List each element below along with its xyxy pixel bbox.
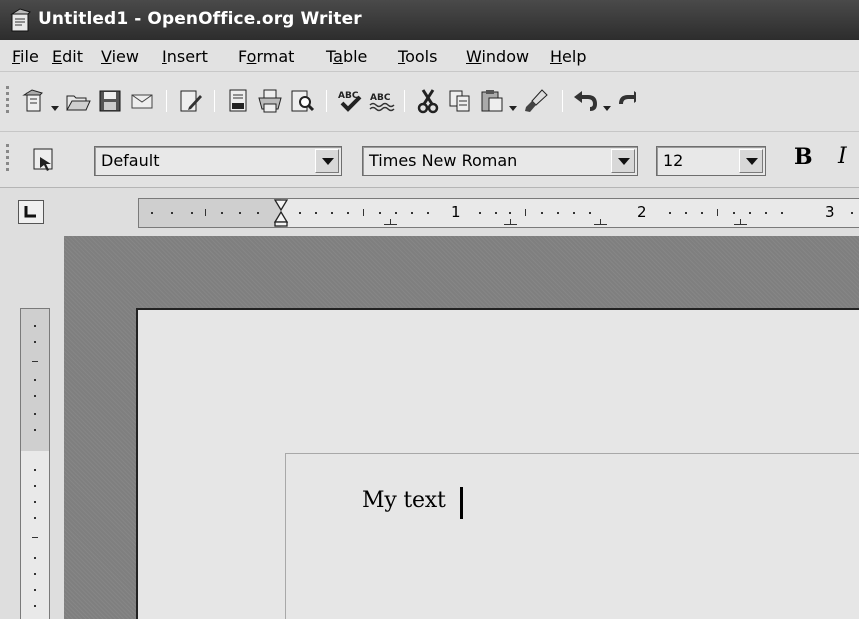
chevron-down-icon[interactable] [611, 149, 635, 173]
vertical-ruler[interactable] [20, 308, 50, 619]
menu-view[interactable]: View [101, 47, 139, 66]
menu-table[interactable]: Table [326, 47, 367, 66]
cut-icon[interactable] [414, 87, 442, 115]
print-icon[interactable] [256, 87, 284, 115]
toolbar-separator [214, 90, 215, 112]
text-boundary [285, 453, 859, 619]
bold-button[interactable]: B [794, 144, 813, 170]
menu-window[interactable]: Window [466, 47, 529, 66]
vertical-ruler-ticks [32, 325, 38, 607]
formatting-toolbar: Default Times New Roman 12 B I [0, 132, 859, 188]
styles-formatting-icon[interactable] [30, 146, 58, 174]
copy-icon[interactable] [446, 87, 474, 115]
email-icon[interactable] [128, 87, 156, 115]
toolbar-separator [166, 90, 167, 112]
menu-tools[interactable]: Tools [398, 47, 437, 66]
paste-icon[interactable] [478, 87, 506, 115]
font-size-combo[interactable]: 12 [656, 146, 766, 176]
svg-text:ABC: ABC [370, 93, 391, 103]
toolbar-separator [562, 90, 563, 112]
document-text[interactable]: My text [362, 488, 446, 513]
menu-bar: File Edit View Insert Format Table Tools… [0, 40, 859, 72]
indent-marker-icon[interactable] [273, 199, 289, 231]
spellcheck-icon[interactable]: ABC [336, 87, 364, 115]
toolbar-separator [326, 90, 327, 112]
export-pdf-icon[interactable] [224, 87, 252, 115]
menu-format[interactable]: Format [238, 47, 294, 66]
font-name-value: Times New Roman [369, 151, 518, 170]
horizontal-ruler[interactable]: 1 2 3 [138, 198, 859, 228]
edit-file-icon[interactable] [176, 87, 204, 115]
chevron-down-icon[interactable] [739, 149, 763, 173]
toolbar-grip[interactable] [6, 86, 10, 116]
menu-file[interactable]: File [12, 47, 39, 66]
writer-app-icon [10, 8, 32, 32]
standard-toolbar: ABC ABC [0, 72, 859, 132]
toolbar-grip[interactable] [6, 144, 10, 174]
page-preview-icon[interactable] [288, 87, 316, 115]
paragraph-style-combo[interactable]: Default [94, 146, 342, 176]
ruler-number: 2 [637, 203, 647, 221]
menu-help[interactable]: Help [550, 47, 586, 66]
paragraph-style-value: Default [101, 151, 160, 170]
chevron-down-icon[interactable] [602, 99, 612, 111]
chevron-down-icon[interactable] [508, 99, 518, 111]
menu-insert[interactable]: Insert [162, 47, 208, 66]
title-bar[interactable]: Untitled1 - OpenOffice.org Writer [0, 0, 859, 40]
toolbar-separator [404, 90, 405, 112]
autospellcheck-icon[interactable]: ABC [368, 87, 396, 115]
window-title: Untitled1 - OpenOffice.org Writer [38, 9, 362, 29]
ruler-number: 1 [451, 203, 461, 221]
format-paintbrush-icon[interactable] [522, 87, 550, 115]
ruler-ticks [151, 209, 853, 225]
chevron-down-icon[interactable] [50, 99, 60, 111]
redo-icon[interactable] [616, 87, 636, 115]
open-icon[interactable] [64, 87, 92, 115]
menu-edit[interactable]: Edit [52, 47, 83, 66]
new-icon[interactable] [20, 87, 48, 115]
font-size-value: 12 [663, 151, 684, 170]
font-name-combo[interactable]: Times New Roman [362, 146, 638, 176]
chevron-down-icon[interactable] [315, 149, 339, 173]
undo-icon[interactable] [572, 87, 600, 115]
save-icon[interactable] [96, 87, 124, 115]
document-page[interactable]: My text [136, 308, 859, 619]
tab-stop-selector[interactable] [18, 200, 44, 224]
text-cursor [460, 487, 463, 519]
italic-button[interactable]: I [838, 144, 847, 169]
ruler-number: 3 [825, 203, 835, 221]
ruler-row: 1 2 3 [0, 188, 859, 236]
vertical-ruler-area [0, 236, 64, 619]
